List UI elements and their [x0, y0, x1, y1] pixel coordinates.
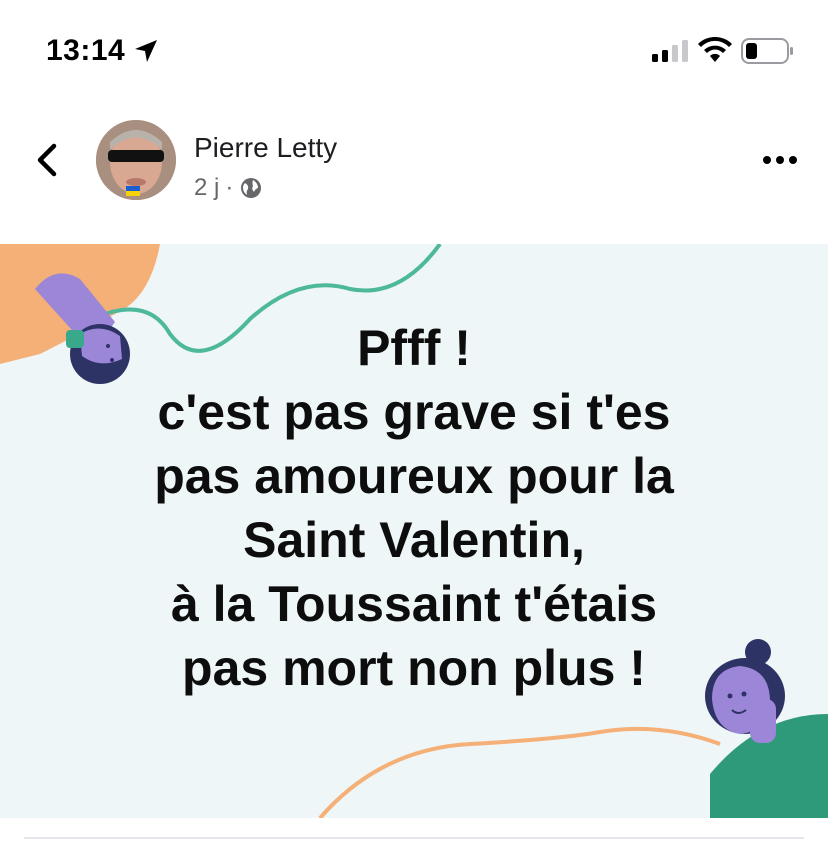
status-time: 13:14: [46, 34, 126, 67]
avatar-photo: [96, 120, 176, 200]
more-options-icon[interactable]: [760, 150, 800, 170]
status-bar: 13:14: [0, 0, 828, 100]
avatar[interactable]: [96, 120, 176, 200]
post-age: 2 j: [194, 174, 220, 201]
post-header: Pierre Letty 2 j ·: [0, 110, 828, 220]
author-name[interactable]: Pierre Letty: [194, 132, 337, 164]
cellular-signal-icon: [652, 40, 688, 62]
location-arrow-icon: [135, 40, 157, 62]
globe-icon: [241, 178, 262, 198]
wifi-icon: [698, 37, 732, 62]
post-meta: 2 j ·: [194, 174, 263, 202]
divider: [24, 837, 804, 839]
post-image[interactable]: Pfff ! c'est pas grave si t'es pas amour…: [0, 244, 828, 818]
back-chevron-icon[interactable]: [30, 140, 66, 180]
post-image-text: Pfff ! c'est pas grave si t'es pas amour…: [154, 320, 674, 696]
meta-separator: ·: [225, 174, 234, 201]
battery-icon: [741, 38, 793, 64]
